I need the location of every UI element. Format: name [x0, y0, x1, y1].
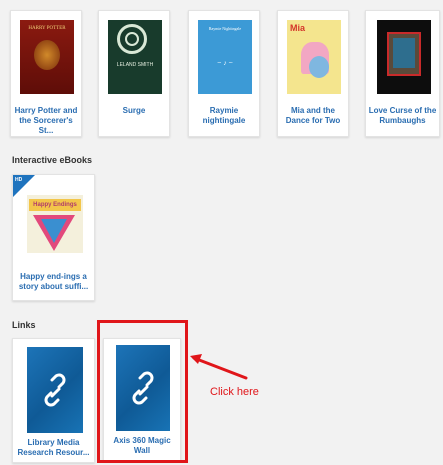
cover-portrait: [393, 38, 415, 68]
book-title-label: Love Curse of the Rumbaughs: [368, 106, 437, 125]
link-title-label: Library Media Research Resour...: [17, 438, 90, 457]
highlight-box: [97, 320, 188, 463]
book-card-surge[interactable]: LELAND SMITH Surge: [98, 10, 170, 137]
cover-title-text: LELAND SMITH: [116, 62, 154, 68]
cover-title-text: Raymie Nightingale: [208, 26, 242, 31]
book-cover-image: HARRY POTTER: [20, 20, 74, 94]
ebook-title-label: Happy end-ings a story about suffi...: [18, 272, 89, 291]
book-card-love-curse[interactable]: Love Curse of the Rumbaughs: [365, 10, 440, 137]
book-cover-image: [377, 20, 431, 94]
book-cover-image: LELAND SMITH: [108, 20, 162, 94]
section-title-links: Links: [12, 320, 36, 330]
book-title-label: Mia and the Dance for Two: [285, 106, 341, 125]
ebook-cover-image: Happy Endings: [27, 195, 83, 253]
link-cover-image: [27, 347, 83, 433]
cover-triangle-graphic-inner: [41, 219, 67, 243]
book-card-mia[interactable]: Mia Mia and the Dance for Two: [277, 10, 349, 137]
book-cover-image: Mia: [287, 20, 341, 94]
book-title-label: Harry Potter and the Sorcerer's St...: [14, 106, 78, 135]
cover-emblem: [34, 40, 60, 70]
section-title-interactive-ebooks: Interactive eBooks: [12, 155, 93, 165]
book-cover-image: Raymie Nightingale ~ ♪ ~: [198, 20, 252, 94]
link-card-library-media[interactable]: Library Media Research Resour...: [12, 338, 95, 463]
cover-figure-secondary: [309, 56, 329, 78]
book-card-harry-potter[interactable]: HARRY POTTER Harry Potter and the Sorcer…: [10, 10, 82, 137]
arrow-icon: [190, 354, 248, 380]
link-chain-icon: [44, 373, 66, 407]
cover-circle-graphic-inner: [125, 32, 139, 46]
hd-badge-label: HD: [15, 177, 23, 183]
cover-title-text: Mia: [290, 23, 306, 33]
cover-title-text: Happy Endings: [29, 199, 81, 211]
book-title-label: Surge: [122, 106, 146, 115]
book-title-label: Raymie nightingale: [202, 106, 246, 125]
click-here-annotation: Click here: [210, 386, 259, 398]
book-card-raymie[interactable]: Raymie Nightingale ~ ♪ ~ Raymie nighting…: [188, 10, 260, 137]
cover-title-text: HARRY POTTER: [28, 26, 66, 31]
cover-decoration: ~ ♪ ~: [217, 60, 233, 67]
ebook-card-happy-endings[interactable]: HD Happy Endings Happy end-ings a story …: [12, 174, 95, 301]
